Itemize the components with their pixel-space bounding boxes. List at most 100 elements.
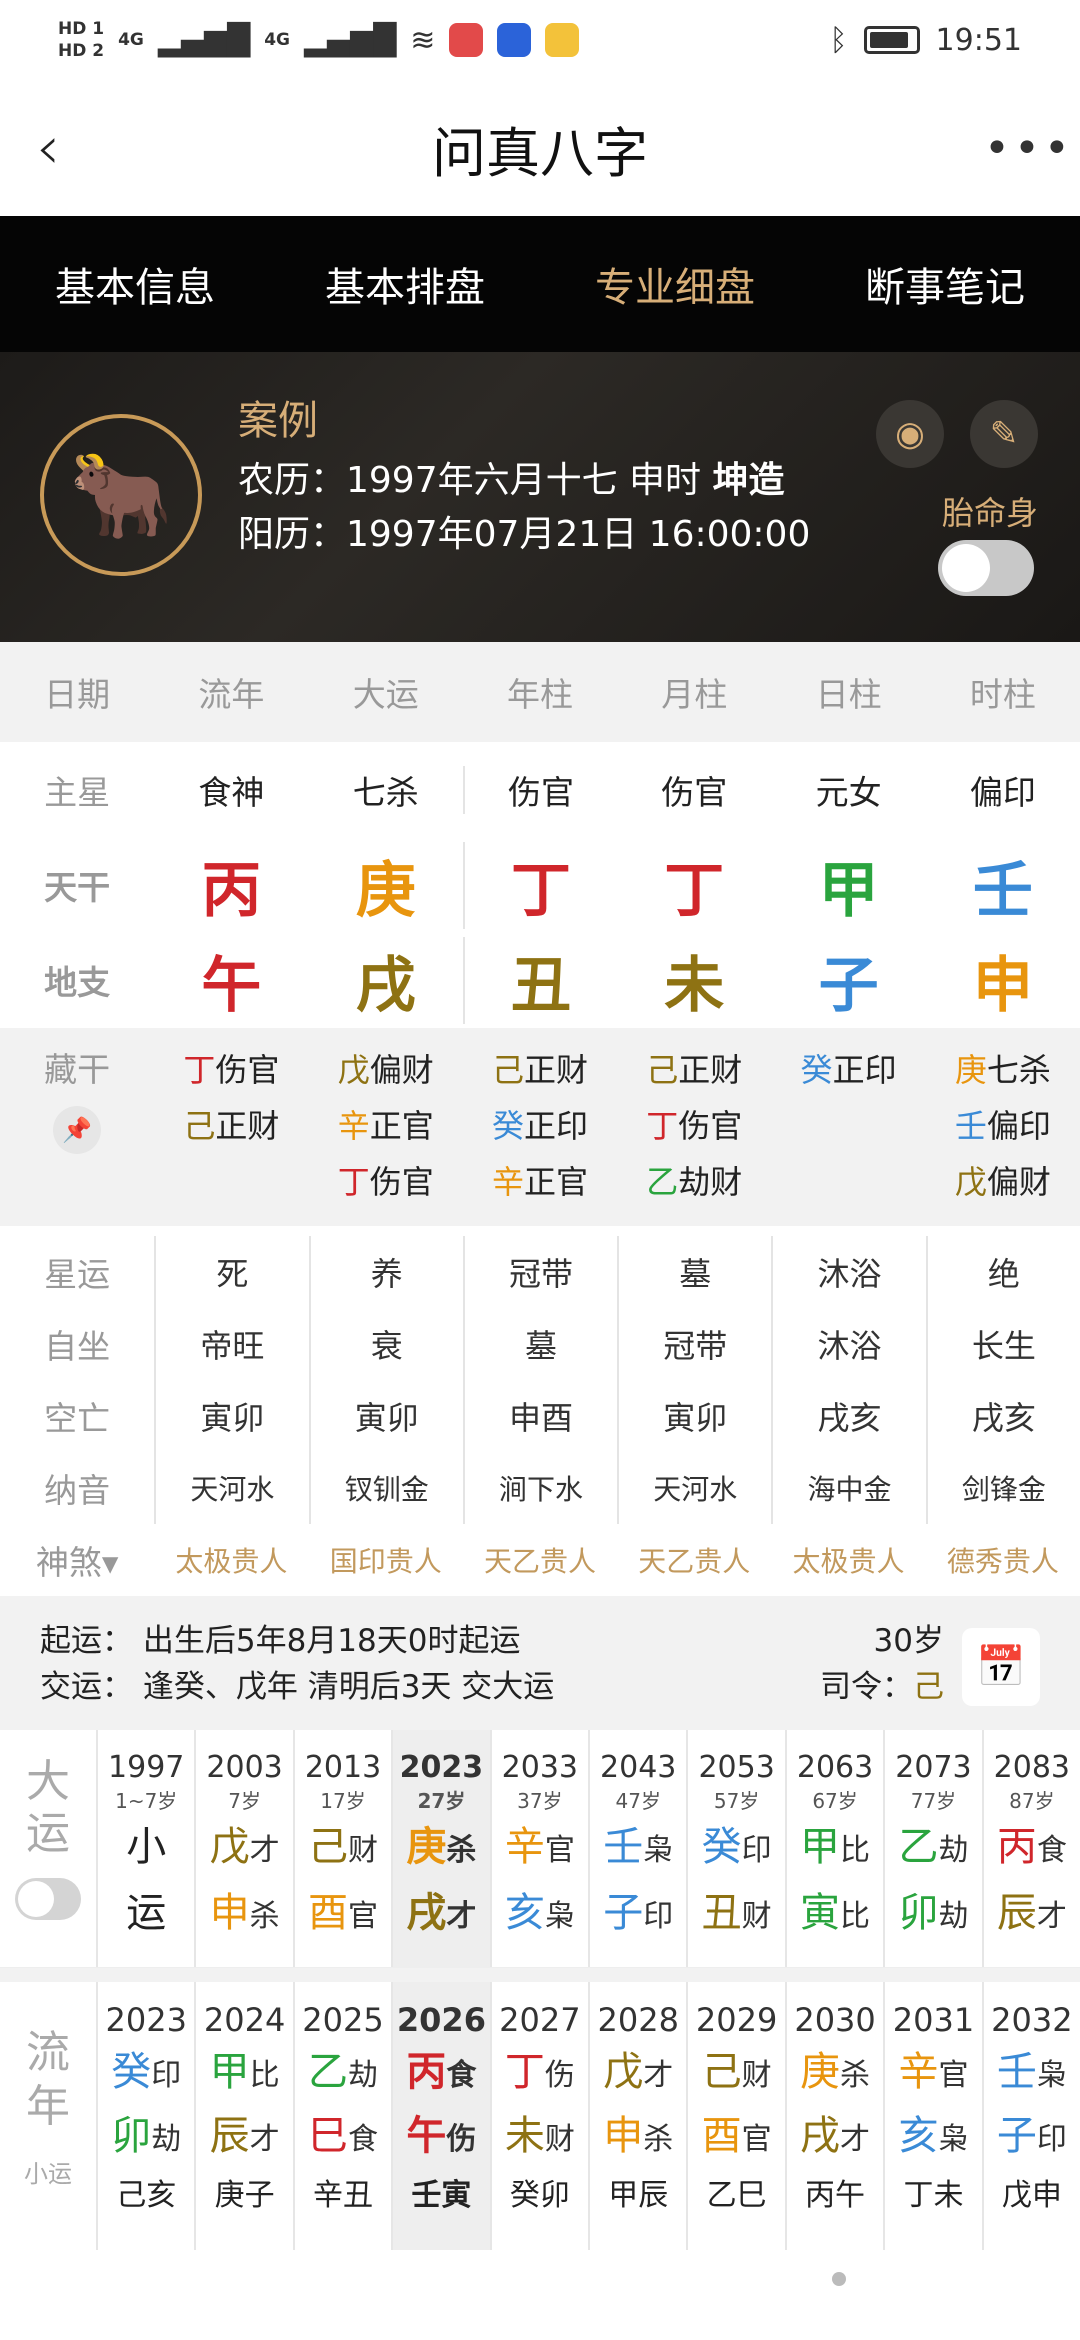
- canggan-shishen: 正官: [369, 1107, 434, 1145]
- canggan-shishen: 正印: [832, 1051, 897, 1089]
- liunian-columns: 2023 癸印 卯劫 己亥 2024 甲比 辰才 庚子 2025 乙劫 巳食 辛丑 2026 丙食 午伤 壬寅…: [96, 1982, 1080, 2250]
- xiaoyun-value: 己亥: [116, 2178, 177, 2213]
- kongwang-cell: 申酉: [462, 1380, 617, 1452]
- dayun-age: 17岁: [320, 1789, 366, 1813]
- dayun-zhi-shishen: 劫: [938, 1899, 969, 1934]
- dayun-gan-shishen: 印: [741, 1833, 772, 1868]
- more-options-icon[interactable]: •••: [984, 123, 1070, 174]
- calendar-icon[interactable]: 📅: [962, 1628, 1040, 1706]
- liunian-zhi-shishen: 财: [544, 2122, 575, 2157]
- liunian-column[interactable]: 2024 甲比 辰才 庚子: [194, 1982, 292, 2250]
- liunian-column[interactable]: 2027 丁伤 未财 癸卯: [489, 1982, 588, 2250]
- tiangan-row: 天干丙庚丁丁甲壬: [0, 838, 1080, 932]
- dayun-column[interactable]: 2013 17岁 己财 酉官: [292, 1730, 391, 1967]
- liunian-gan-char: 戊: [603, 2049, 644, 2095]
- baidu-app-icon: [497, 23, 532, 57]
- liunian-column[interactable]: 2029 己财 酉官 乙巳: [686, 1982, 784, 2250]
- xingyun-row: 星运 死养冠带墓沐浴绝: [0, 1236, 1080, 1308]
- canggan-item: 癸正印: [771, 1042, 925, 1098]
- dayun-column[interactable]: 2063 67岁 甲比 寅比: [784, 1730, 883, 1967]
- dayun-column[interactable]: 2043 47岁 壬枭 子印: [588, 1730, 686, 1967]
- canggan-gan: 辛: [491, 1163, 524, 1201]
- zhuxing-label: 主星: [44, 773, 111, 812]
- liunian-column[interactable]: 2028 戊才 申杀 甲辰: [588, 1982, 686, 2250]
- section-gap: [0, 1968, 1080, 1982]
- liunian-gan-shishen: 财: [741, 2058, 772, 2093]
- dayun-gan-char: 戊: [209, 1824, 250, 1870]
- column-header-0: 日期: [44, 675, 111, 714]
- zizuo-cell: 墓: [462, 1308, 617, 1380]
- canggan-gan: 丁: [646, 1107, 679, 1145]
- liunian-zhi-char: 卯: [111, 2113, 152, 2159]
- liunian-zhi-char: 午: [406, 2113, 447, 2159]
- dayun-gan: 辛官: [492, 1816, 588, 1882]
- liunian-gan: 丁伤: [492, 2042, 588, 2106]
- canggan-gan: 己: [646, 1051, 679, 1089]
- shensha-cell: 德秀贵人: [946, 1545, 1059, 1578]
- dayun-gan: 小: [98, 1816, 194, 1882]
- zhuxing-cell: 伤官: [661, 773, 728, 812]
- xiaoyun-value: 辛丑: [313, 2178, 374, 2213]
- dayun-column[interactable]: 2033 37岁 辛官 亥枭: [489, 1730, 588, 1967]
- taiming-toggle[interactable]: [938, 540, 1034, 596]
- solar-date: 阳历：1997年07月21日 16:00:00: [238, 514, 811, 555]
- hd2-label: HD 2: [58, 41, 105, 61]
- canggan-cell: 癸正印: [771, 1042, 925, 1226]
- liunian-gan-char: 庚: [800, 2049, 841, 2095]
- liunian-year: 2023: [105, 2001, 187, 2039]
- dayun-zhi: 亥枭: [492, 1882, 588, 1948]
- signal-icon-2: ▂▄▆█: [303, 22, 397, 58]
- dayun-column[interactable]: 2053 57岁 癸印 丑财: [686, 1730, 784, 1967]
- dayun-column[interactable]: 2003 7岁 戊才 申杀: [194, 1730, 292, 1967]
- shensha-label[interactable]: 神煞▾: [0, 1536, 154, 1584]
- column-header-3: 年柱: [506, 675, 573, 714]
- liunian-column[interactable]: 2031 辛官 亥枭 丁未: [883, 1982, 981, 2250]
- liunian-zhi: 卯劫: [98, 2106, 194, 2170]
- tab-basic-chart[interactable]: 基本排盘: [325, 255, 485, 313]
- canggan-item: 丁伤官: [154, 1042, 308, 1098]
- canggan-label: 藏干: [44, 1050, 111, 1089]
- liunian-column[interactable]: 2023 癸印 卯劫 己亥: [96, 1982, 194, 2250]
- tab-notes[interactable]: 断事笔记: [865, 255, 1025, 313]
- xingyun-cell: 沐浴: [771, 1236, 925, 1308]
- canggan-item: 己正财: [154, 1098, 308, 1154]
- tab-basic-info[interactable]: 基本信息: [55, 255, 215, 313]
- pin-icon[interactable]: 📌: [53, 1106, 102, 1154]
- canggan-shishen: 七杀: [986, 1051, 1051, 1089]
- tab-professional-chart[interactable]: 专业细盘: [595, 255, 755, 313]
- dayun-toggle[interactable]: [15, 1878, 81, 1920]
- dayun-gan-char: 乙: [898, 1824, 939, 1870]
- dayun-gan: 丙食: [984, 1816, 1080, 1882]
- liunian-label-2: 年: [26, 2081, 70, 2132]
- dayun-column[interactable]: 1997 1~7岁小运: [96, 1730, 194, 1967]
- liunian-column[interactable]: 2030 庚杀 戌才 丙午: [784, 1982, 883, 2250]
- tiangan-cell: 庚: [355, 855, 416, 926]
- dizhi-cell: 戌: [355, 950, 416, 1021]
- liunian-gan-char: 癸: [111, 2049, 152, 2095]
- liunian-gan-shishen: 枭: [1036, 2058, 1067, 2093]
- signal-icon: ▂▄▆█: [157, 22, 251, 58]
- kongwang-cell: 戌亥: [925, 1380, 1080, 1452]
- liunian-gan-char: 丁: [504, 2049, 545, 2095]
- hd1-label: HD 1: [58, 19, 105, 39]
- kongwang-cell: 寅卯: [617, 1380, 771, 1452]
- xiaoyun-value: 乙巳: [706, 2178, 767, 2213]
- eye-icon[interactable]: ◉: [876, 400, 944, 468]
- edit-icon[interactable]: ✎: [970, 400, 1038, 468]
- liunian-zhi-shishen: 枭: [938, 2122, 969, 2157]
- liunian-gan: 辛官: [885, 2042, 981, 2106]
- back-icon[interactable]: ‹: [36, 113, 96, 183]
- liunian-column[interactable]: 2032 壬枭 子印 戊申: [981, 1982, 1080, 2250]
- liunian-column[interactable]: 2025 乙劫 巳食 辛丑: [292, 1982, 391, 2250]
- xiaoyun-value: 癸卯: [509, 2178, 570, 2213]
- canggan-item: 壬偏印: [926, 1098, 1080, 1154]
- liunian-column[interactable]: 2026 丙食 午伤 壬寅: [391, 1982, 490, 2250]
- dayun-zhi: 卯劫: [885, 1882, 981, 1948]
- liunian-gan: 甲比: [196, 2042, 292, 2106]
- dayun-age: 77岁: [910, 1789, 957, 1813]
- dayun-zhi: 申杀: [196, 1882, 292, 1948]
- dayun-column[interactable]: 2023 27岁 庚杀 戌才: [391, 1730, 490, 1967]
- dayun-column[interactable]: 2073 77岁 乙劫 卯劫: [883, 1730, 981, 1967]
- dayun-column[interactable]: 2083 87岁 丙食 辰才: [981, 1730, 1080, 1967]
- dayun-zhi-shishen: 比: [840, 1899, 871, 1934]
